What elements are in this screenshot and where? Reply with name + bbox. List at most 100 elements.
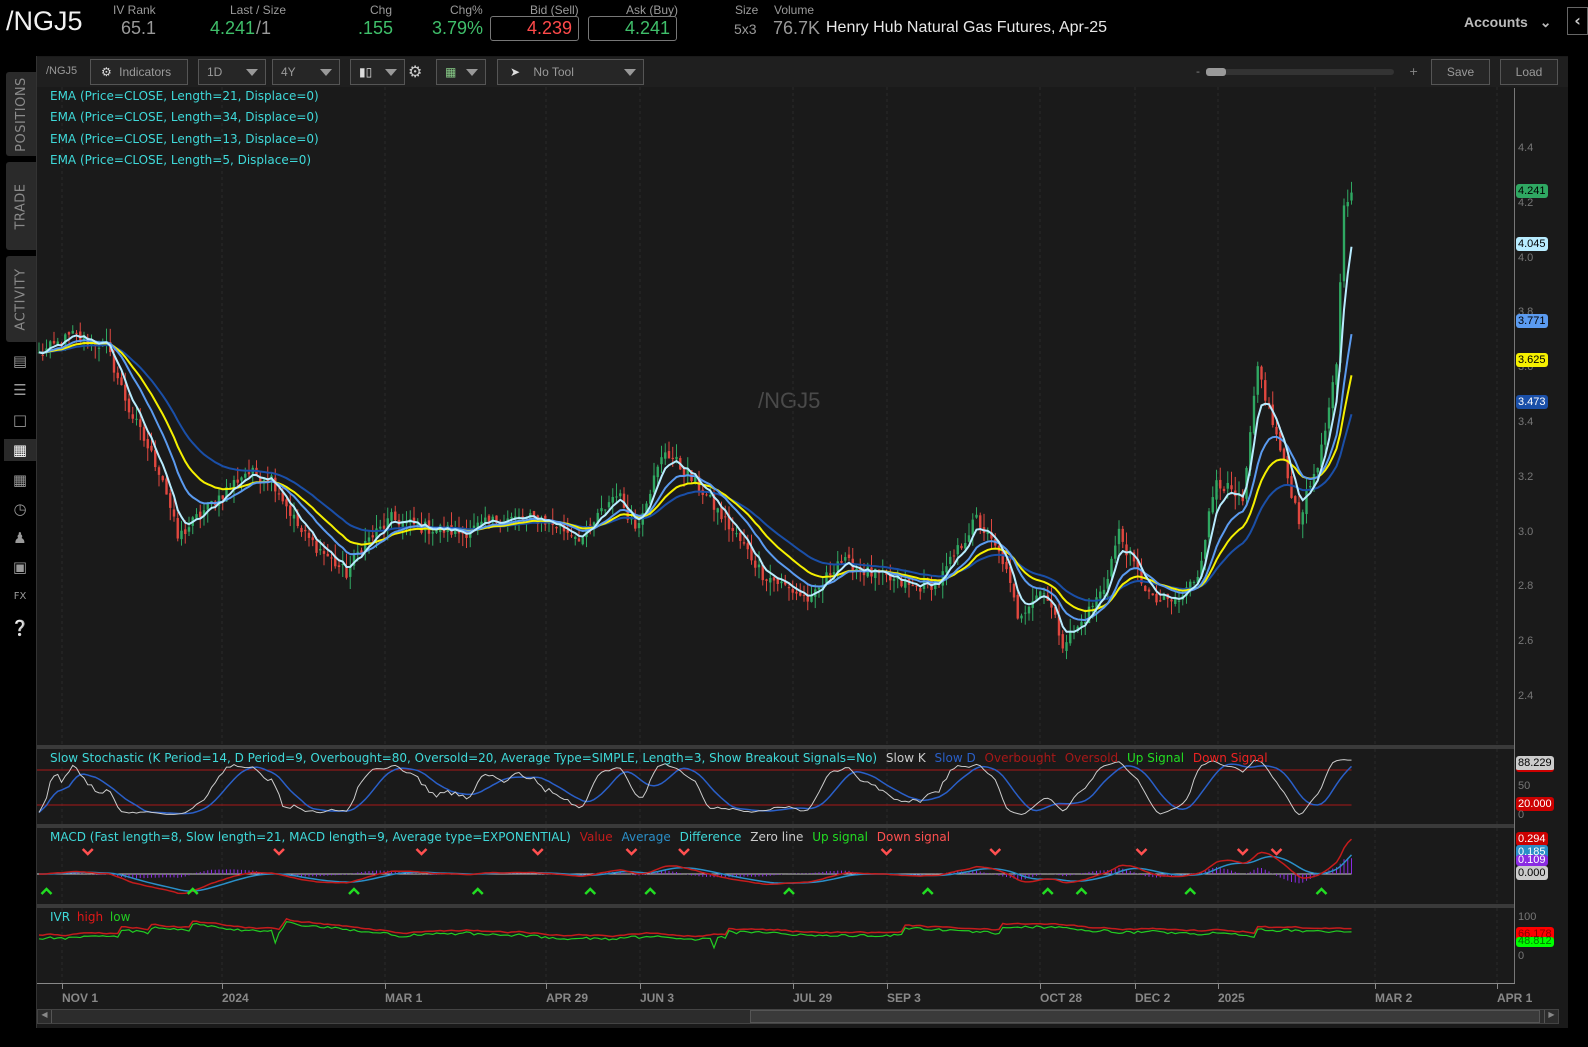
indicators-button[interactable]: ⚙ Indicators	[90, 59, 188, 85]
stochastic-legend[interactable]: Slow Stochastic (K Period=14, D Period=9…	[50, 751, 1273, 765]
legend-down-signal: Down Signal	[1192, 751, 1268, 765]
toolbar-symbol[interactable]: /NGJ5	[46, 65, 77, 77]
candle	[739, 531, 742, 549]
ema-34-line	[38, 344, 1353, 602]
drawing-style-select[interactable]: ▦	[436, 59, 486, 85]
bid-label: Bid (Sell)	[530, 3, 579, 17]
time-tick: 2025	[1218, 991, 1245, 1005]
candle	[840, 554, 843, 564]
up-signal-arrow	[348, 887, 360, 895]
candle	[349, 555, 352, 590]
help-icon[interactable]: ❔	[9, 617, 31, 639]
ema-21-legend[interactable]: EMA (Price=CLOSE, Length=21, Displace=0)	[50, 89, 319, 103]
zoom-out-button[interactable]: -	[1196, 65, 1200, 78]
candle	[1170, 598, 1173, 615]
down-signal-arrow	[81, 848, 94, 856]
candle-body	[709, 494, 712, 497]
price-chart[interactable]	[37, 87, 1514, 745]
candle	[1147, 587, 1151, 600]
candle	[352, 549, 356, 570]
tab-positions[interactable]: POSITIONS	[6, 72, 36, 156]
candle-body	[716, 508, 719, 513]
tab-trade[interactable]: TRADE	[6, 162, 36, 250]
symbol-title[interactable]: /NGJ5	[6, 6, 83, 37]
time-tick: MAR 1	[385, 991, 423, 1005]
candle	[847, 546, 851, 561]
candle	[45, 339, 48, 357]
macd-value-label: 0.294	[1516, 832, 1548, 846]
macd-legend[interactable]: MACD (Fast length=8, Slow length=21, MAC…	[50, 830, 955, 844]
bid-button[interactable]: 4.239	[490, 16, 579, 41]
accounts-label: Accounts	[1464, 14, 1528, 30]
drawing-tool-select[interactable]: ➤ No Tool	[497, 59, 644, 85]
candle-body	[555, 526, 558, 529]
candle	[769, 564, 772, 596]
aggregation-select[interactable]: 1D	[198, 59, 266, 85]
dropdown-arrow-icon	[246, 69, 258, 76]
time-tick-mark	[385, 983, 386, 989]
tv-icon[interactable]: □	[9, 409, 31, 431]
gear-icon[interactable]: ⚙	[408, 62, 422, 81]
ivr-legend[interactable]: IVR high low	[50, 910, 135, 924]
grid-icon[interactable]: ▦	[9, 469, 31, 491]
candle-body	[1147, 589, 1151, 592]
candle-body	[975, 514, 978, 518]
candle	[1215, 469, 1218, 513]
fx-icon[interactable]: FX	[9, 586, 31, 608]
time-tick-mark	[887, 983, 888, 989]
horizontal-scrollbar[interactable]: ◀ ▶	[37, 1009, 1559, 1024]
candle	[127, 393, 131, 419]
ema-5-legend[interactable]: EMA (Price=CLOSE, Length=5, Displace=0)	[50, 153, 311, 167]
candle-body	[1290, 476, 1293, 498]
iv-rank-label: IV Rank	[113, 3, 156, 17]
ivr-chart[interactable]	[37, 908, 1514, 983]
collapse-panel-button[interactable]: ‹	[1567, 7, 1588, 35]
timeframe-select[interactable]: 4Y	[272, 59, 340, 85]
candle	[1016, 591, 1019, 620]
watchlist-icon[interactable]: ☰	[9, 379, 31, 401]
ema34-price-label: 3.473	[1516, 395, 1548, 409]
candle	[1219, 467, 1222, 500]
clock-icon[interactable]: ◷	[9, 498, 31, 520]
load-button[interactable]: Load	[1500, 59, 1558, 85]
ask-button[interactable]: 4.241	[588, 16, 677, 41]
candle	[1230, 471, 1233, 495]
community-icon[interactable]: ♟	[9, 527, 31, 549]
candle-body	[971, 519, 974, 535]
candle-body	[116, 372, 119, 379]
tab-activity[interactable]: ACTIVITY	[6, 256, 36, 342]
candle-body	[892, 578, 896, 581]
candle-body	[769, 578, 772, 583]
chart-icon[interactable]: ▦	[4, 439, 36, 461]
volume-label: Volume	[774, 3, 815, 17]
candle	[701, 485, 704, 504]
time-tick: DEC 2	[1135, 991, 1171, 1005]
up-signal-arrow	[644, 887, 657, 895]
candle	[517, 508, 521, 532]
candle-body	[952, 555, 956, 557]
analyze-icon[interactable]: ▤	[9, 350, 31, 372]
zoom-slider-handle[interactable]	[1206, 68, 1226, 76]
candle	[195, 508, 198, 520]
candle-body	[604, 509, 607, 511]
zoom-slider[interactable]	[1206, 68, 1394, 76]
candle-body	[1211, 497, 1214, 513]
candle-body	[67, 332, 71, 335]
size-value: 5x3	[734, 21, 757, 37]
scrollbar-thumb[interactable]	[750, 1010, 1540, 1023]
candle-body	[510, 516, 513, 519]
save-button[interactable]: Save	[1431, 59, 1490, 85]
zoom-in-button[interactable]: +	[1409, 65, 1418, 78]
down-signal-arrow	[880, 848, 893, 856]
calendar-icon[interactable]: ▣	[9, 556, 31, 578]
accounts-dropdown[interactable]: Accounts ⌄	[1464, 14, 1551, 31]
scroll-right-button[interactable]: ▶	[1544, 1010, 1558, 1023]
candle-body	[671, 457, 674, 460]
ema-13-legend[interactable]: EMA (Price=CLOSE, Length=13, Displace=0)	[50, 132, 319, 146]
ema-34-legend[interactable]: EMA (Price=CLOSE, Length=34, Displace=0)	[50, 110, 319, 124]
scroll-left-button[interactable]: ◀	[38, 1010, 52, 1023]
time-tick-mark	[1375, 983, 1376, 989]
candle-body	[431, 532, 434, 534]
chart-type-select[interactable]: ▮▯	[350, 59, 405, 85]
up-signal-arrow	[584, 887, 597, 895]
